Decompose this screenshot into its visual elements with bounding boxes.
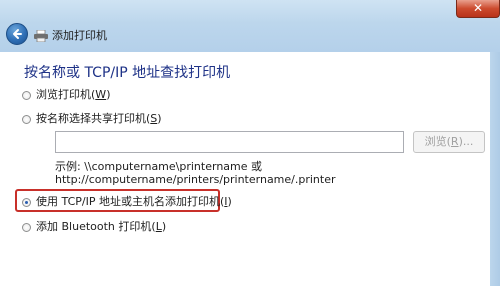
- window-titlebar: [0, 0, 500, 52]
- radio-bluetooth-printer[interactable]: 添加 Bluetooth 打印机(L): [22, 221, 166, 233]
- shared-printer-name-input[interactable]: [55, 131, 404, 153]
- radio-button[interactable]: [22, 90, 31, 100]
- example-text: 示例: \\computername\printername 或 http://…: [55, 160, 336, 186]
- window-title: 添加打印机: [52, 29, 107, 42]
- radio-button[interactable]: [22, 222, 31, 232]
- radio-tcpip-hostname[interactable]: 使用 TCP/IP 地址或主机名添加打印机(I): [22, 196, 232, 208]
- printer-icon: [34, 30, 48, 42]
- radio-select-shared-printer[interactable]: 按名称选择共享打印机(S): [22, 113, 162, 125]
- window-frame-right: [490, 52, 500, 286]
- page-heading: 按名称或 TCP/IP 地址查找打印机: [24, 65, 231, 81]
- back-button[interactable]: [6, 23, 28, 45]
- radio-label: 按名称选择共享打印机(S): [36, 112, 162, 125]
- radio-browse-printer[interactable]: 浏览打印机(W): [22, 89, 110, 101]
- close-icon: ✕: [472, 1, 484, 15]
- example-line-1: 示例: \\computername\printername 或: [55, 160, 263, 173]
- radio-label: 添加 Bluetooth 打印机(L): [36, 220, 167, 233]
- close-button[interactable]: ✕: [456, 0, 500, 18]
- back-arrow-icon: [13, 29, 22, 39]
- example-line-2: http://computername/printers/printername…: [55, 173, 336, 186]
- radio-label: 浏览打印机(W): [36, 88, 111, 101]
- radio-button[interactable]: [22, 114, 31, 124]
- browse-button[interactable]: 浏览(R)...: [413, 131, 485, 153]
- radio-button-selected[interactable]: [22, 197, 31, 207]
- radio-label: 使用 TCP/IP 地址或主机名添加打印机(I): [36, 195, 232, 208]
- wizard-content: 按名称或 TCP/IP 地址查找打印机 浏览打印机(W) 按名称选择共享打印机(…: [0, 52, 490, 286]
